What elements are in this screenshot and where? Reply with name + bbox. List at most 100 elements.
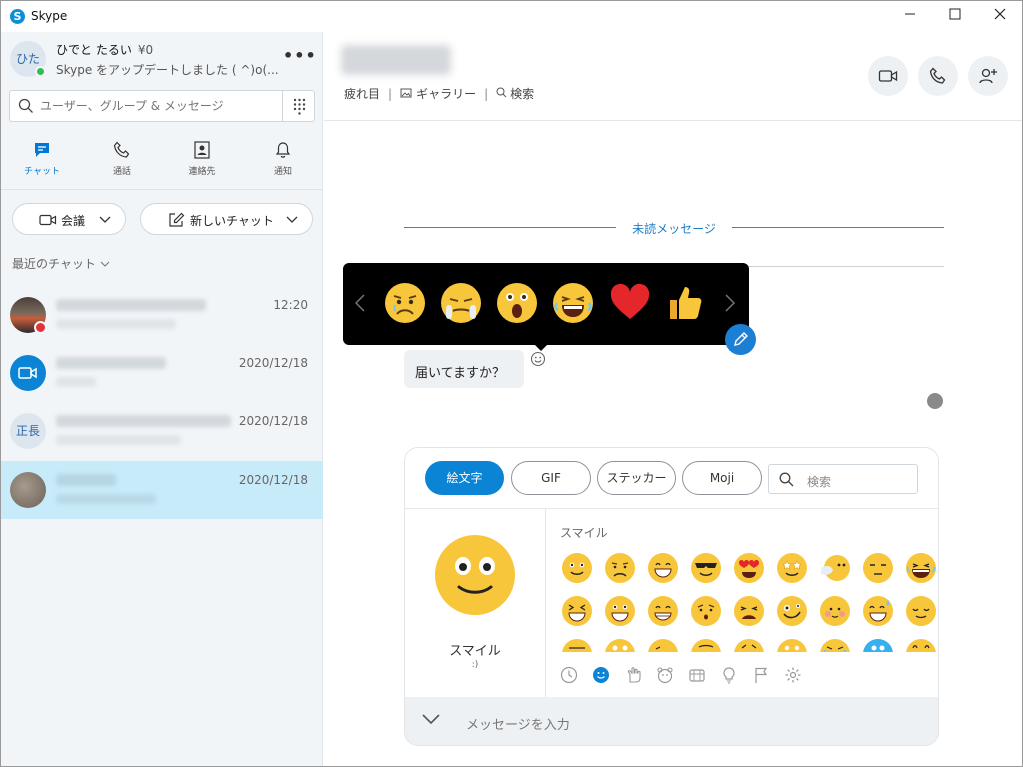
unamused-emoji-icon[interactable] xyxy=(862,552,894,584)
animal-icon[interactable] xyxy=(656,666,674,684)
crying-emoji-icon[interactable] xyxy=(819,638,851,652)
add-reaction-icon[interactable] xyxy=(530,351,546,367)
compose-icon xyxy=(169,212,185,227)
audio-call-button[interactable] xyxy=(918,56,958,96)
laughing-emoji-icon[interactable] xyxy=(905,552,937,584)
grinning-squint-emoji-icon[interactable] xyxy=(561,595,593,627)
separator: | xyxy=(388,87,393,101)
dialpad-button[interactable] xyxy=(282,91,315,121)
food-icon[interactable] xyxy=(688,666,706,684)
emoji-search-input[interactable]: 検索 xyxy=(768,464,918,494)
message-input-bar[interactable]: メッセージを入力 xyxy=(405,697,938,745)
profile-name[interactable]: ひでと たるい ¥0 xyxy=(56,41,153,58)
tab-notifications[interactable]: 通知 xyxy=(253,140,313,182)
tab-gif[interactable]: GIF xyxy=(511,461,591,495)
thumbs-up-emoji-icon[interactable] xyxy=(663,281,707,325)
beaming-emoji-icon[interactable] xyxy=(647,595,679,627)
hiding-emoji-icon[interactable] xyxy=(819,552,851,584)
smile-emoji-icon[interactable] xyxy=(776,638,808,652)
search-icon xyxy=(18,98,33,113)
chat-time: 2020/12/18 xyxy=(238,356,308,370)
smile-emoji-icon[interactable] xyxy=(905,638,937,652)
recent-chats-header[interactable]: 最近のチャット xyxy=(12,255,110,272)
relieved-emoji-icon[interactable] xyxy=(905,595,937,627)
close-button[interactable] xyxy=(977,1,1023,32)
worried-emoji-icon[interactable] xyxy=(690,595,722,627)
tab-chats[interactable]: チャット xyxy=(12,140,72,182)
smile-emoji-icon[interactable] xyxy=(647,638,679,652)
unread-messages-label: 未読メッセージ xyxy=(632,222,716,236)
cold-emoji-icon[interactable] xyxy=(862,638,894,652)
big-smile-emoji-icon[interactable] xyxy=(647,552,679,584)
smile-emoji-icon[interactable] xyxy=(561,552,593,584)
search-box[interactable] xyxy=(9,90,315,122)
zany-emoji-icon[interactable] xyxy=(776,595,808,627)
contact-name-blurred xyxy=(56,299,206,311)
online-status-icon xyxy=(35,66,46,77)
blushing-emoji-icon[interactable] xyxy=(819,595,851,627)
star-struck-emoji-icon[interactable] xyxy=(776,552,808,584)
settings-icon[interactable] xyxy=(784,666,802,684)
gallery-icon xyxy=(400,88,412,98)
worried-emoji-icon[interactable] xyxy=(383,281,427,325)
gallery-link[interactable]: ギャラリー xyxy=(416,87,476,101)
smile-emoji-icon[interactable] xyxy=(690,638,722,652)
edit-message-button[interactable] xyxy=(725,324,756,355)
phone-icon xyxy=(113,141,130,158)
message-bubble[interactable]: 届いてますか？ xyxy=(404,350,524,388)
chevron-down-icon xyxy=(100,261,110,267)
chat-list-item[interactable]: 2020/12/18 xyxy=(1,344,323,402)
profile-status-message[interactable]: Skype をアップデートしました ( ^)o(... xyxy=(56,61,278,78)
chevron-left-icon xyxy=(354,294,365,312)
previous-reactions-button[interactable] xyxy=(354,293,365,317)
chat-list-item-selected[interactable]: 2020/12/18 xyxy=(1,461,323,519)
tab-calls[interactable]: 通話 xyxy=(92,140,152,182)
mood-link[interactable]: 疲れ目 xyxy=(344,87,380,101)
search-link[interactable]: 検索 xyxy=(510,87,534,101)
surprised-emoji-icon[interactable] xyxy=(495,281,539,325)
hand-icon[interactable] xyxy=(624,666,642,684)
grin-emoji-icon[interactable] xyxy=(604,595,636,627)
tab-moji[interactable]: Moji xyxy=(682,461,762,495)
chat-time: 12:20 xyxy=(273,298,308,312)
tired-emoji-icon[interactable] xyxy=(733,595,765,627)
cool-emoji-icon[interactable] xyxy=(690,552,722,584)
sweat-smile-emoji-icon[interactable] xyxy=(862,595,894,627)
tab-contacts-label: 連絡先 xyxy=(188,167,216,177)
chat-list-item[interactable]: 正長 2020/12/18 xyxy=(1,402,323,460)
collapse-chevron-icon[interactable] xyxy=(422,713,440,725)
next-reactions-button[interactable] xyxy=(725,293,736,317)
tab-stickers[interactable]: ステッカー xyxy=(597,461,676,495)
meet-now-button[interactable]: 会議 xyxy=(12,203,126,235)
meet-now-label: 会議 xyxy=(61,214,86,228)
laughing-tears-emoji-icon[interactable] xyxy=(551,281,595,325)
heart-eyes-emoji-icon[interactable] xyxy=(733,552,765,584)
heart-emoji-icon[interactable] xyxy=(608,281,652,325)
chevron-down-icon xyxy=(99,216,111,223)
profile-name-text: ひでと たるい xyxy=(56,43,132,57)
smile-emoji-icon[interactable] xyxy=(604,638,636,652)
new-chat-button[interactable]: 新しいチャット xyxy=(140,203,313,235)
maximize-button[interactable] xyxy=(932,1,978,32)
flag-icon[interactable] xyxy=(752,666,770,684)
idea-icon[interactable] xyxy=(720,666,738,684)
smile-emoji-icon[interactable] xyxy=(561,638,593,652)
chat-list-item[interactable]: 12:20 xyxy=(1,286,323,344)
last-message-blurred xyxy=(56,319,176,329)
video-icon xyxy=(39,214,57,226)
search-input[interactable] xyxy=(40,96,278,116)
message-text: 届いてますか？ xyxy=(415,366,505,381)
sad-emoji-icon[interactable] xyxy=(604,552,636,584)
tab-emoji[interactable]: 絵文字 xyxy=(425,461,504,495)
video-call-button[interactable] xyxy=(868,56,908,96)
add-people-button[interactable] xyxy=(968,56,1008,96)
more-options-button[interactable]: ••• xyxy=(283,46,317,65)
smile-emoji-icon[interactable] xyxy=(733,638,765,652)
tab-contacts[interactable]: 連絡先 xyxy=(172,140,232,182)
conversation-title-blurred[interactable] xyxy=(341,45,451,75)
crying-emoji-icon[interactable] xyxy=(439,281,483,325)
minimize-button[interactable] xyxy=(887,1,933,32)
smiley-icon[interactable] xyxy=(592,666,610,684)
recent-icon[interactable] xyxy=(560,666,578,684)
chat-time: 2020/12/18 xyxy=(238,414,308,428)
